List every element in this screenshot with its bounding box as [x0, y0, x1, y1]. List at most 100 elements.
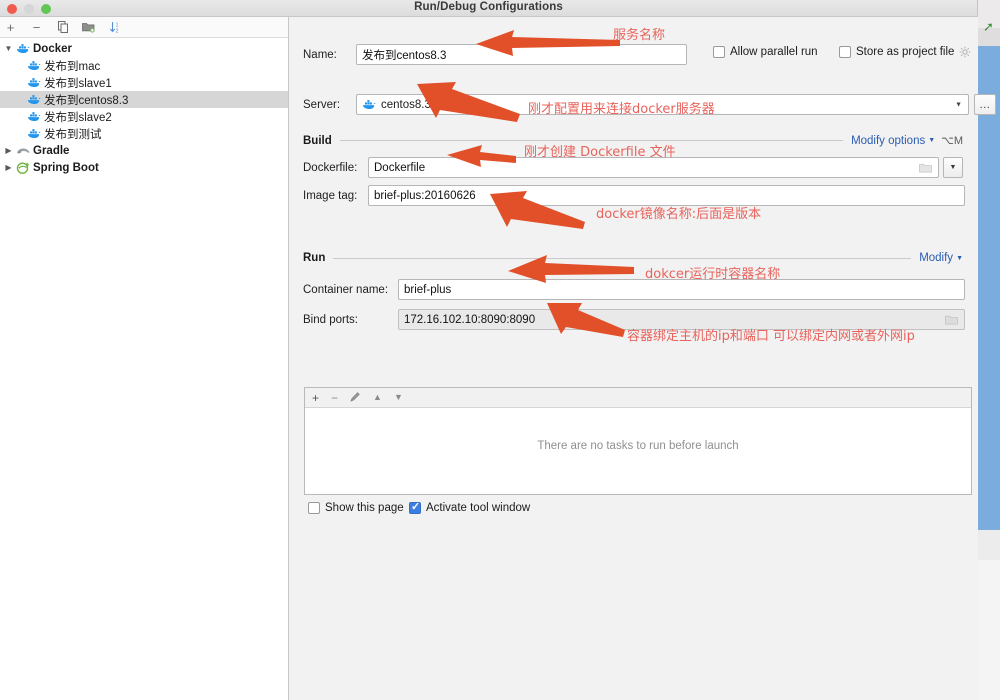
name-input[interactable]: 发布到centos8.3	[356, 44, 687, 65]
run-modify-link[interactable]: Modify	[919, 252, 953, 264]
move-task-up-button[interactable]: ▲	[373, 393, 382, 402]
docker-icon	[26, 127, 42, 141]
show-this-page-checkbox[interactable]: Show this page	[308, 502, 404, 514]
sidebar-toolbar: + −	[0, 17, 288, 38]
before-launch-panel: + − ▲ ▼ There are no tasks to run before…	[304, 387, 972, 495]
allow-parallel-run-label: Allow parallel run	[730, 46, 818, 58]
docker-icon	[26, 110, 42, 124]
container-name-input-value: brief-plus	[404, 284, 451, 296]
bind-ports-input-value: 172.16.102.10:8090:8090	[404, 314, 535, 326]
tree-item-4[interactable]: 发布到slave2	[0, 108, 288, 125]
before-launch-empty-message: There are no tasks to run before launch	[305, 440, 971, 452]
tree-item-5[interactable]: 发布到测试	[0, 125, 288, 142]
remove-configuration-button[interactable]: −	[29, 20, 44, 35]
annotation-bind-ports-note: 容器绑定主机的ip和端口 可以绑定内网或者外网ip	[627, 325, 915, 344]
copy-configuration-button[interactable]	[55, 20, 70, 35]
configurations-tree: ▼ Docker 发布到mac 发布到slave1 发布到centos8.3 发…	[0, 38, 288, 176]
pencil-icon	[350, 391, 361, 402]
add-configuration-button[interactable]: +	[3, 20, 18, 35]
build-section-title: Build	[303, 135, 332, 147]
image-tag-label: Image tag:	[303, 190, 365, 202]
activate-tool-window-checkbox[interactable]: Activate tool window	[409, 502, 530, 514]
before-launch-toolbar: + − ▲ ▼	[305, 388, 971, 408]
tree-item-2[interactable]: 发布到slave1	[0, 74, 288, 91]
show-this-page-label: Show this page	[325, 502, 404, 514]
tree-item-6[interactable]: ▶ Gradle	[0, 142, 288, 159]
docker-icon	[27, 77, 41, 88]
activate-tool-window-label: Activate tool window	[426, 502, 530, 514]
annotation-server-note: 刚才配置用来连接docker服务器	[528, 98, 715, 117]
dockerfile-label: Dockerfile:	[303, 162, 365, 174]
configuration-form: Name: 发布到centos8.3 Allow parallel run St…	[289, 17, 978, 700]
chevron-right-icon[interactable]: ▶	[2, 163, 15, 172]
store-as-project-file-box[interactable]	[839, 46, 851, 58]
chevron-down-icon[interactable]: ▼	[2, 44, 15, 53]
tree-item-3[interactable]: 发布到centos8.3	[0, 91, 288, 108]
tree-item-label: 发布到slave1	[44, 75, 112, 91]
folder-icon[interactable]	[919, 162, 932, 173]
tree-item-7[interactable]: ▶ Spring Boot	[0, 159, 288, 176]
run-debug-configurations-dialog: Run/Debug Configurations + −	[0, 0, 978, 700]
remove-task-button[interactable]: −	[331, 392, 338, 404]
server-browse-button[interactable]: ...	[974, 94, 996, 115]
container-name-label: Container name:	[303, 284, 395, 296]
build-modify-options-link[interactable]: Modify options	[851, 135, 925, 147]
server-label: Server:	[303, 99, 353, 111]
run-section-rule	[333, 258, 911, 259]
move-task-down-button[interactable]: ▼	[394, 393, 403, 402]
chevron-right-icon[interactable]: ▶	[2, 146, 15, 155]
build-modify-shortcut: ⌥M	[941, 134, 963, 147]
move-into-folder-button[interactable]	[81, 20, 96, 35]
edit-task-button[interactable]	[350, 391, 361, 404]
svg-text:2: 2	[115, 28, 118, 34]
server-browse-label: ...	[980, 99, 991, 111]
docker-icon	[27, 94, 41, 105]
docker-icon	[15, 42, 31, 56]
dockerfile-input[interactable]: Dockerfile	[368, 157, 939, 178]
copy-icon	[57, 21, 69, 33]
chevron-down-icon: ▼	[928, 137, 935, 144]
name-input-value: 发布到centos8.3	[362, 47, 446, 63]
folder-add-icon	[82, 21, 95, 33]
store-as-project-file-label: Store as project file	[856, 46, 954, 58]
sort-icon: 1 2	[109, 21, 121, 34]
tree-item-0[interactable]: ▼ Docker	[0, 40, 288, 57]
gradle-icon	[16, 145, 31, 156]
name-row: Name: 发布到centos8.3	[303, 44, 687, 65]
allow-parallel-run-box[interactable]	[713, 46, 725, 58]
docker-icon	[26, 93, 42, 107]
allow-parallel-run-checkbox[interactable]: Allow parallel run	[713, 46, 818, 58]
container-name-row: Container name: brief-plus	[303, 279, 965, 300]
spring-boot-icon	[15, 161, 31, 175]
run-arrow-icon: ➚	[983, 20, 997, 34]
tree-item-label: 发布到slave2	[44, 109, 112, 125]
tree-item-label: 发布到centos8.3	[44, 92, 128, 108]
gear-icon[interactable]	[959, 46, 971, 58]
tree-item-label: Spring Boot	[33, 162, 99, 174]
show-this-page-box[interactable]	[308, 502, 320, 514]
annotation-dockerfile-note: 刚才创建 Dockerfile 文件	[524, 141, 676, 160]
tree-item-1[interactable]: 发布到mac	[0, 57, 288, 74]
container-name-input[interactable]: brief-plus	[398, 279, 965, 300]
docker-icon	[26, 76, 42, 90]
activate-tool-window-box[interactable]	[409, 502, 421, 514]
chevron-down-icon: ▼	[956, 255, 963, 262]
run-section-title: Run	[303, 252, 325, 264]
image-tag-input-value: brief-plus:20160626	[374, 190, 476, 202]
spring-boot-icon	[16, 162, 30, 174]
add-task-button[interactable]: +	[312, 392, 319, 404]
store-as-project-file-checkbox[interactable]: Store as project file	[839, 46, 971, 58]
chevron-down-icon: ▼	[955, 101, 962, 108]
dockerfile-input-value: Dockerfile	[374, 162, 425, 174]
gradle-icon	[15, 144, 31, 158]
docker-icon	[26, 59, 42, 73]
chevron-down-icon: ▼	[950, 164, 957, 171]
tree-item-label: Gradle	[33, 145, 69, 157]
server-combo-value: centos8.3	[381, 99, 431, 111]
annotation-container-name-note: dokcer运行时容器名称	[645, 263, 780, 282]
docker-icon	[27, 128, 41, 139]
folder-icon[interactable]	[945, 314, 958, 325]
dockerfile-dropdown-button[interactable]: ▼	[943, 157, 963, 178]
sort-configurations-button[interactable]: 1 2	[107, 20, 122, 35]
docker-icon	[27, 60, 41, 71]
